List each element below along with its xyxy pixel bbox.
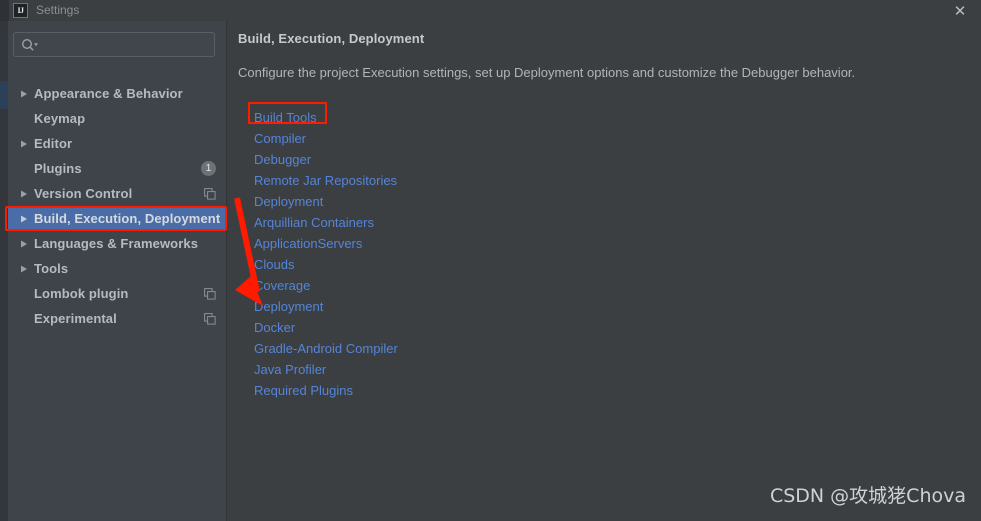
sidebar-item-plugins[interactable]: Plugins 1 [8, 158, 227, 179]
watermark: CSDN @攻城狫Chova [769, 485, 966, 507]
settings-link-remote-jar-repositories[interactable]: Remote Jar Repositories [254, 170, 397, 191]
sidebar-item-build-execution-deployment[interactable]: Build, Execution, Deployment [8, 208, 227, 229]
settings-link-required-plugins[interactable]: Required Plugins [254, 380, 353, 401]
settings-link-java-profiler[interactable]: Java Profiler [254, 359, 326, 380]
settings-link-docker[interactable]: Docker [254, 317, 295, 338]
sidebar-item-badge: 1 [201, 161, 216, 176]
sidebar-item-label: Appearance & Behavior [34, 86, 183, 101]
page-description: Configure the project Execution settings… [238, 65, 856, 80]
chevron-right-icon[interactable] [19, 89, 29, 99]
settings-content-panel: Build, Execution, Deployment Configure t… [228, 21, 981, 521]
settings-link-compiler[interactable]: Compiler [254, 128, 306, 149]
app-icon-label: IJ [17, 5, 24, 15]
copy-icon[interactable] [204, 312, 216, 325]
subsection-link-list: Build Tools Compiler Debugger Remote Jar Re… [254, 107, 754, 401]
sidebar-item-label: Tools [34, 261, 69, 276]
sidebar-item-languages-frameworks[interactable]: Languages & Frameworks [8, 233, 227, 254]
sidebar-item-label: Version Control [34, 186, 133, 201]
settings-link-coverage[interactable]: Coverage [254, 275, 310, 296]
chevron-right-icon[interactable] [19, 264, 29, 274]
intellij-app-icon: IJ [13, 3, 28, 18]
chevron-right-icon[interactable] [19, 139, 29, 149]
sidebar-item-version-control[interactable]: Version Control [8, 183, 227, 204]
copy-icon[interactable] [204, 187, 216, 200]
sidebar-item-label: Languages & Frameworks [34, 236, 199, 251]
settings-dialog: IJ Settings ✕ Appearance & Behavior Keyma… [0, 0, 981, 521]
window-title: Settings [36, 3, 80, 17]
chevron-right-icon[interactable] [19, 239, 29, 249]
search-icon [21, 38, 38, 51]
chevron-right-icon[interactable] [19, 189, 29, 199]
settings-link-build-tools[interactable]: Build Tools [254, 107, 317, 128]
sidebar-item-keymap[interactable]: Keymap [8, 108, 227, 129]
sidebar-item-label: Keymap [34, 111, 86, 126]
settings-sidebar: Appearance & Behavior Keymap Editor Plugins… [0, 21, 227, 521]
settings-link-applicationservers[interactable]: ApplicationServers [254, 233, 362, 254]
search-input[interactable] [44, 36, 213, 56]
settings-link-arquillian-containers[interactable]: Arquillian Containers [254, 212, 374, 233]
sidebar-item-editor[interactable]: Editor [8, 133, 227, 154]
title-bar-left-strip [0, 0, 9, 21]
settings-link-deployment[interactable]: Deployment [254, 191, 323, 212]
sidebar-item-appearance-behavior[interactable]: Appearance & Behavior [8, 83, 227, 104]
sidebar-item-label: Editor [34, 136, 73, 151]
page-title: Build, Execution, Deployment [238, 31, 425, 46]
settings-link-gradle-android-compiler[interactable]: Gradle-Android Compiler [254, 338, 398, 359]
chevron-right-icon[interactable] [19, 214, 29, 224]
sidebar-item-tools[interactable]: Tools [8, 258, 227, 279]
settings-link-clouds[interactable]: Clouds [254, 254, 294, 275]
sidebar-item-lombok-plugin[interactable]: Lombok plugin [8, 283, 227, 304]
sidebar-item-label: Plugins [34, 161, 82, 176]
sidebar-item-experimental[interactable]: Experimental [8, 308, 227, 329]
settings-link-deployment[interactable]: Deployment [254, 296, 323, 317]
title-bar: IJ Settings ✕ [0, 0, 981, 22]
close-icon[interactable]: ✕ [949, 2, 971, 20]
sidebar-rail-accent [0, 81, 8, 109]
sidebar-item-label: Experimental [34, 311, 117, 326]
sidebar-item-label: Lombok plugin [34, 286, 129, 301]
sidebar-left-rail [0, 21, 8, 521]
search-box[interactable] [13, 32, 215, 57]
copy-icon[interactable] [204, 287, 216, 300]
sidebar-item-label: Build, Execution, Deployment [34, 211, 221, 226]
settings-link-debugger[interactable]: Debugger [254, 149, 311, 170]
